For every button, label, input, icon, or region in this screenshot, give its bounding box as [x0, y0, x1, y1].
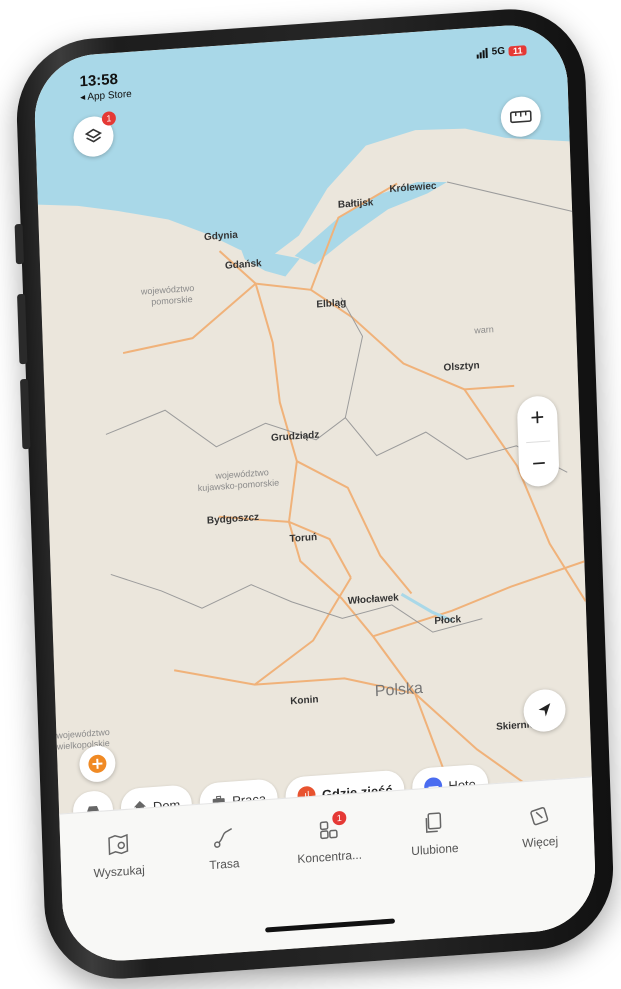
map-label-torun: Toruń: [289, 532, 317, 545]
tab-more[interactable]: Więcej: [495, 800, 584, 852]
phone-screen: Gdynia Gdańsk Bałtijsk Królewiec Elbląg …: [32, 21, 598, 965]
battery-icon: 11: [508, 44, 527, 56]
map-label-plock: Płock: [434, 614, 461, 627]
add-pin-icon: [88, 754, 107, 773]
navigation-arrow-icon: [538, 703, 551, 717]
layers-icon: [84, 128, 103, 143]
tab-route-label: Trasa: [209, 856, 240, 873]
tab-concentrations-label: Koncentra...: [297, 847, 363, 867]
tab-more-label: Więcej: [521, 833, 559, 851]
ruler-icon: [509, 110, 532, 124]
zoom-in-button[interactable]: +: [517, 395, 558, 442]
map-label-elblag: Elbląg: [316, 297, 346, 310]
tab-search[interactable]: Wyszukaj: [74, 830, 163, 882]
back-to-app-store-link[interactable]: ◂ App Store: [80, 89, 132, 104]
status-time: 13:58: [79, 70, 119, 91]
tab-favorites-label: Ulubione: [411, 840, 459, 859]
tab-concentrations[interactable]: 1 Koncentra...: [284, 810, 373, 867]
silent-switch: [14, 223, 24, 265]
home-indicator: [265, 918, 395, 933]
zoom-out-button[interactable]: −: [518, 441, 559, 488]
route-icon: [213, 828, 232, 848]
map-label-warm: warn: [473, 324, 494, 335]
tab-favorites[interactable]: Ulubione: [390, 807, 479, 859]
signal-icon: [476, 47, 488, 59]
status-indicators: 5G 11: [476, 44, 527, 59]
map-label-konin: Konin: [290, 694, 319, 707]
phone-mockup: Gdynia Gdańsk Bałtijsk Królewiec Elbląg …: [14, 4, 616, 984]
favorites-icon: [425, 812, 441, 833]
map-label-polska: Polska: [375, 680, 424, 700]
network-label: 5G: [491, 45, 506, 58]
tab-route[interactable]: Trasa: [179, 822, 268, 874]
zoom-control: + −: [516, 394, 560, 488]
more-icon: [530, 807, 549, 826]
tab-search-label: Wyszukaj: [93, 862, 145, 881]
tab-concentrations-badge: 1: [332, 810, 347, 826]
map-search-icon: [108, 833, 129, 856]
